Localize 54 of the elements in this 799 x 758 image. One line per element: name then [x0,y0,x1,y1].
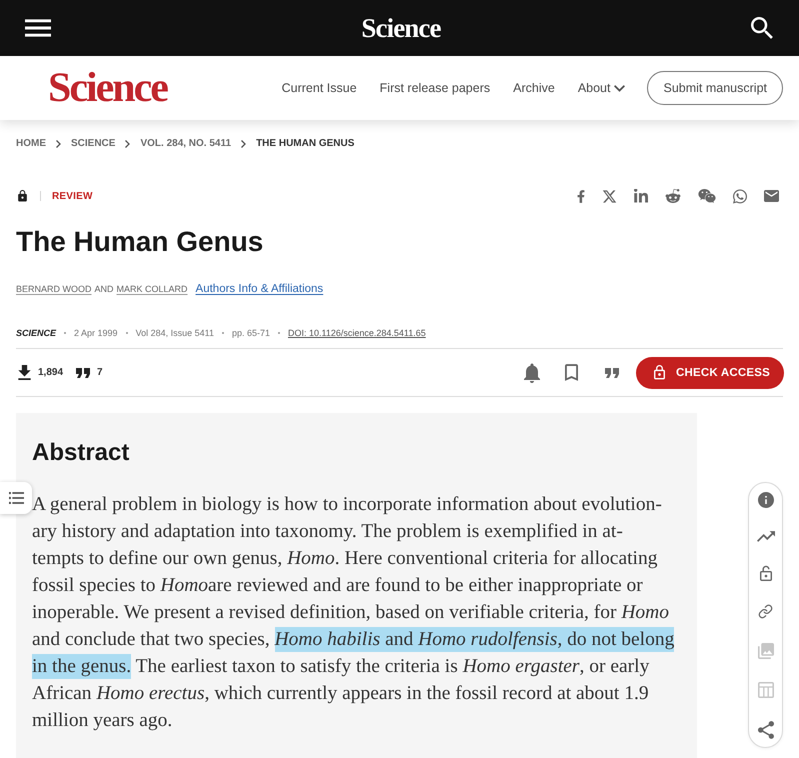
nav-link[interactable]: First release papers [380,81,490,95]
article-type-label: REVIEW [52,190,93,202]
author-conjunction: AND [94,284,114,294]
authors-info-link[interactable]: Authors Info & Affiliations [196,283,324,295]
nav-link[interactable]: Archive [513,81,555,95]
site-logo[interactable]: Science [361,14,441,42]
mail-icon[interactable] [764,190,779,202]
share-icon[interactable] [758,720,774,739]
bell-icon[interactable] [524,362,540,382]
nav-menu-button[interactable]: About [578,81,626,95]
abstract-heading: Abstract [32,439,130,467]
page-range: pp. 65-71 [232,328,270,338]
breadcrumb-current[interactable]: THE HUMAN GENUS [256,138,354,150]
link-icon[interactable] [758,604,773,620]
facebook-icon[interactable] [577,188,585,204]
menu-icon[interactable] [25,19,51,37]
quote-icon [76,368,90,378]
abstract-text: A general problem in biology is how to incorporate information about evolution- ary history and adaptation into taxonomy. The problem is exemplified in at- tempts to define our own genus, Homo. Here conventional criteria for allocating fossil species to Homoare reviewed and are found to be either inappropriate or inoperable. We present a revised definition, based on verifiable criteria, for Homo and conclude that two species, Homo habilis and Homo rudolfensis, do not belong in the genus. The earliest taxon to satisfy the criteria is Homo ergaster, or early African Homo erectus, which currently appears in the fossil record at about 1.9 million years ago. [32,493,676,733]
publication-date: 2 Apr 1999 [74,328,118,338]
list-icon [8,492,24,504]
chevron-right-icon [56,140,61,148]
check-access-button[interactable]: CHECK ACCESS [636,356,784,388]
chevron-down-icon [614,84,626,92]
citation-count: 7 [97,367,103,378]
download-count: 1,894 [38,367,64,378]
wechat-icon[interactable] [698,188,716,204]
toc-button[interactable] [0,482,32,514]
chevron-right-icon [241,140,246,148]
submit-manuscript-button[interactable]: Submit manuscript [647,71,783,105]
breadcrumb-link[interactable]: HOME [16,138,46,150]
unlock-icon[interactable] [760,565,772,582]
breadcrumb-link[interactable]: VOL. 284, NO. 5411 [140,138,232,150]
quote-icon[interactable] [605,368,619,378]
download-icon [18,365,31,380]
article-title: The Human Genus [16,225,264,259]
doi-link[interactable]: DOI: 10.1126/science.284.5411.65 [288,328,426,338]
reddit-icon[interactable] [665,188,681,204]
info-icon[interactable] [758,492,774,508]
trending-up-icon[interactable] [756,531,774,542]
search-icon[interactable] [750,17,773,39]
bookmark-icon[interactable] [565,364,578,381]
author-link[interactable]: MARK COLLARD [116,284,188,294]
issue-info: Vol 284, Issue 5411 [136,328,214,338]
x-icon[interactable] [602,188,617,204]
whatsapp-icon[interactable] [733,188,747,204]
chevron-right-icon [125,140,130,148]
journal-name: SCIENCE [16,328,56,338]
lock-icon [654,365,665,380]
author-link[interactable]: BERNARD WOOD [16,284,92,294]
breadcrumb-link[interactable]: SCIENCE [71,138,116,150]
linkedin-icon[interactable] [634,188,648,204]
lock-icon [18,190,27,202]
site-logo[interactable]: Science [48,67,167,109]
nav-link[interactable]: Current Issue [282,81,357,95]
